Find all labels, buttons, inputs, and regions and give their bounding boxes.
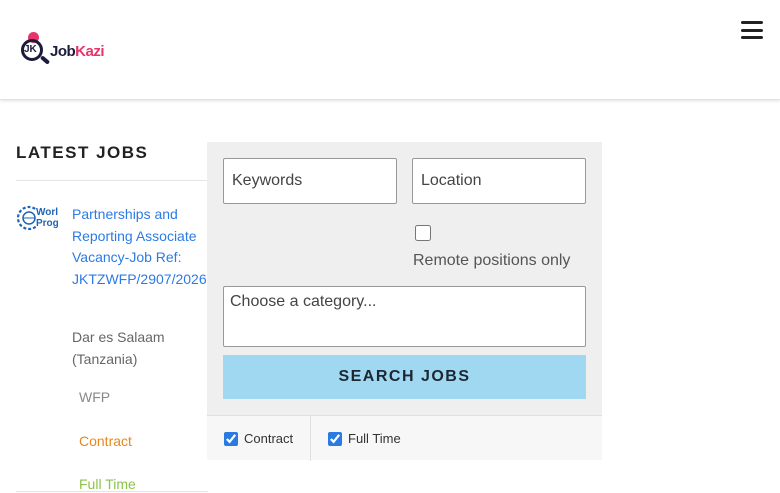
latest-jobs-heading: LATEST JOBS: [16, 141, 208, 181]
logo-text-job: Job: [50, 42, 76, 60]
site-header: JK JobKazi: [0, 0, 780, 100]
wfp-logo-text-line1: World: [36, 207, 58, 218]
keywords-placeholder: Keywords: [232, 172, 303, 189]
filter-contract-label: Contract: [244, 431, 294, 446]
keywords-input[interactable]: Keywords: [223, 158, 397, 204]
remote-positions-label: Remote positions only: [413, 252, 571, 269]
job-contract-type: Contract: [79, 433, 132, 449]
logo-text-kazi: Kazi: [75, 42, 105, 60]
wfp-logo-text-line2: Progra: [36, 218, 58, 229]
job-listing-item: World Progra Partnerships and Reporting …: [16, 181, 214, 492]
job-title-link[interactable]: Partnerships and Reporting Associate Vac…: [72, 204, 222, 290]
category-placeholder: Choose a category...: [230, 293, 377, 310]
hamburger-icon[interactable]: [741, 21, 763, 39]
search-jobs-button[interactable]: SEARCH JOBS: [223, 355, 586, 399]
sidebar-divider: [16, 491, 208, 492]
job-company: WFP: [79, 389, 111, 405]
wfp-logo[interactable]: World Progra: [16, 201, 58, 237]
filter-full-time[interactable]: Full Time: [328, 416, 401, 461]
logo-mark-text: JK: [24, 44, 37, 55]
job-location: Dar es Salaam (Tanzania): [72, 329, 165, 367]
filter-divider: [310, 416, 311, 461]
latest-jobs-sidebar: LATEST JOBS World Progra Partnerships an…: [16, 141, 214, 492]
job-type-filters: Contract Full Time: [207, 415, 602, 461]
filter-contract[interactable]: Contract: [224, 416, 293, 461]
category-select[interactable]: Choose a category...: [223, 286, 586, 347]
logo-wordmark: JobKazi: [50, 42, 105, 60]
magnifier-logo-icon: JK: [18, 31, 52, 67]
jobkazi-logo[interactable]: JK JobKazi: [18, 30, 110, 68]
remote-positions-checkbox[interactable]: [413, 225, 433, 241]
un-wreath-icon: [16, 205, 36, 231]
job-search-form: Keywords Location Remote positions only …: [207, 142, 602, 461]
location-placeholder: Location: [421, 172, 482, 189]
filter-full-time-checkbox[interactable]: [328, 431, 342, 446]
filter-full-time-label: Full Time: [348, 431, 401, 446]
filter-contract-checkbox[interactable]: [224, 431, 238, 446]
job-schedule-type: Full Time: [79, 476, 136, 492]
location-input[interactable]: Location: [412, 158, 586, 204]
